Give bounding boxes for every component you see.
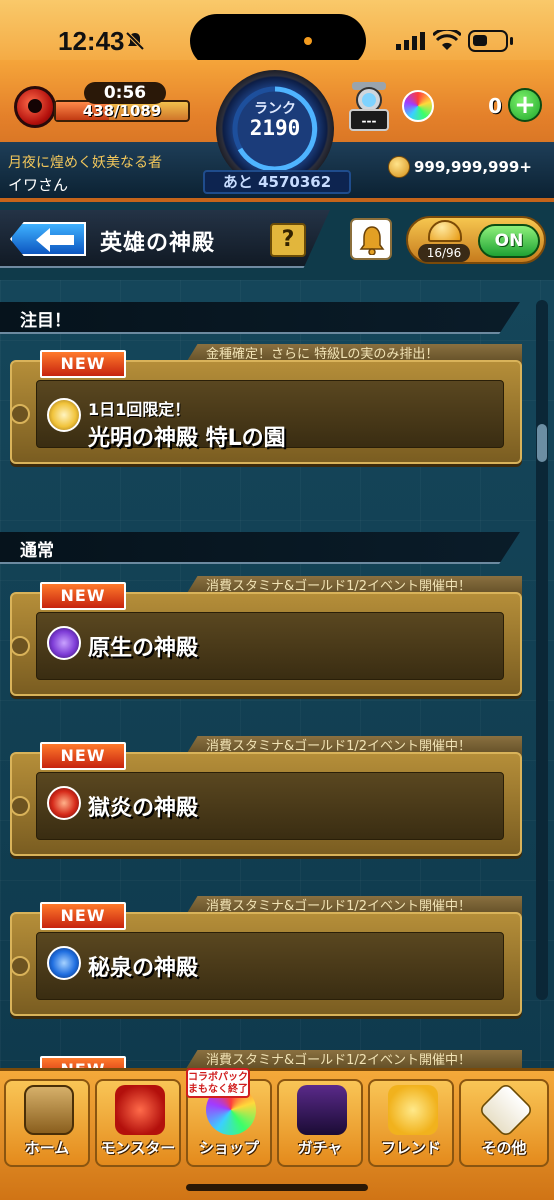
status-time: 12:43 — [58, 26, 125, 56]
card-subtitle: 1日1回限定！ — [88, 400, 191, 419]
dark-icon — [47, 626, 81, 660]
section-label: 通常 — [20, 541, 54, 561]
rank-value: 2190 — [249, 116, 301, 140]
section-normal: 通常 — [0, 532, 520, 564]
card-title: 秘泉の神殿 — [88, 956, 199, 981]
nav-label: ショップ — [198, 1139, 259, 1157]
stamina-timer: 0:56 — [84, 82, 166, 104]
temple-card-dark[interactable]: 消費スタミナ&ゴールド1/2イベント開催中！ NEW 原生の神殿 — [10, 572, 522, 698]
card-knob — [10, 636, 30, 656]
new-badge: NEW — [40, 902, 126, 930]
water-icon — [47, 946, 81, 980]
bell-slash-icon — [125, 31, 145, 51]
player-title: 月夜に煌めく妖美なる者 — [8, 155, 162, 171]
scrollbar[interactable] — [536, 300, 548, 1000]
nav-label: モンスター — [100, 1139, 176, 1157]
fire-icon — [47, 786, 81, 820]
help-button[interactable]: ? — [270, 223, 306, 257]
temple-card-fire[interactable]: 消費スタミナ&ゴールド1/2イベント開催中！ NEW 獄炎の神殿 — [10, 732, 522, 858]
card-knob — [10, 956, 30, 976]
stamina-icon — [14, 86, 56, 128]
new-badge: NEW — [40, 582, 126, 610]
helmet-icon — [428, 220, 462, 242]
nav-other[interactable]: その他 — [459, 1079, 549, 1167]
back-button[interactable] — [10, 222, 86, 256]
nav-gacha[interactable]: ガチャ — [277, 1079, 363, 1167]
other-icon — [477, 1081, 535, 1139]
section-featured: 注目！ — [0, 302, 520, 334]
exp-remaining: あと 4570362 — [203, 170, 351, 194]
new-badge: NEW — [40, 350, 126, 378]
friend-icon — [388, 1085, 438, 1135]
card-title: 原生の神殿 — [88, 636, 199, 661]
collab-tag: コラボパック まもなく終了 — [186, 1068, 250, 1098]
player-name: イワさん — [8, 176, 69, 194]
page-title: 英雄の神殿 — [100, 231, 216, 256]
bell-icon — [359, 226, 385, 255]
nav-label: ホーム — [24, 1139, 70, 1157]
new-badge: NEW — [40, 742, 126, 770]
orb-machine-label: --- — [361, 114, 377, 128]
nav-label: その他 — [481, 1139, 527, 1157]
ball-count: 16/96 — [418, 244, 470, 262]
back-arrow-icon — [36, 228, 74, 252]
nav-friend[interactable]: フレンド — [368, 1079, 454, 1167]
card-knob — [10, 404, 30, 424]
gacha-character-icon — [297, 1085, 347, 1135]
rank-label: ランク — [254, 101, 296, 117]
light-icon — [47, 398, 81, 432]
gold-coin-icon — [388, 156, 410, 178]
add-orb-button[interactable]: + — [508, 88, 542, 122]
section-label: 注目！ — [20, 311, 71, 331]
gold-value: 999,999,999+ — [414, 158, 532, 176]
home-indicator — [186, 1184, 368, 1191]
nav-label: フレンド — [380, 1139, 441, 1157]
stamina-value: 438/1089 — [82, 102, 162, 120]
multi-play-toggle[interactable]: 16/96 ON — [406, 216, 546, 264]
card-title: 獄炎の神殿 — [88, 796, 199, 821]
nav-monster[interactable]: モンスター — [95, 1079, 181, 1167]
nav-label: ガチャ — [297, 1139, 343, 1157]
signal-icon — [396, 32, 425, 50]
nav-home[interactable]: ホーム — [4, 1079, 90, 1167]
notification-button[interactable] — [350, 218, 392, 260]
orb-icon — [402, 90, 434, 122]
wifi-icon — [433, 30, 461, 50]
scrollbar-thumb[interactable] — [537, 424, 547, 462]
temple-card-water[interactable]: 消費スタミナ&ゴールド1/2イベント開催中！ NEW 秘泉の神殿 — [10, 892, 522, 1018]
on-toggle-button[interactable]: ON — [478, 224, 540, 258]
monster-icon — [115, 1085, 165, 1135]
card-title: 光明の神殿 特Lの園 — [88, 426, 286, 451]
temple-card-light[interactable]: 金種確定！さらに 特級Lの実のみ排出！ NEW 1日1回限定！ 光明の神殿 特L… — [10, 340, 522, 466]
home-icon — [24, 1085, 74, 1135]
card-knob — [10, 796, 30, 816]
battery-icon — [468, 30, 513, 52]
orb-count: 0 — [488, 94, 502, 118]
bottom-nav: ホーム モンスター ショップ ガチャ フレンド その他 — [0, 1068, 554, 1200]
